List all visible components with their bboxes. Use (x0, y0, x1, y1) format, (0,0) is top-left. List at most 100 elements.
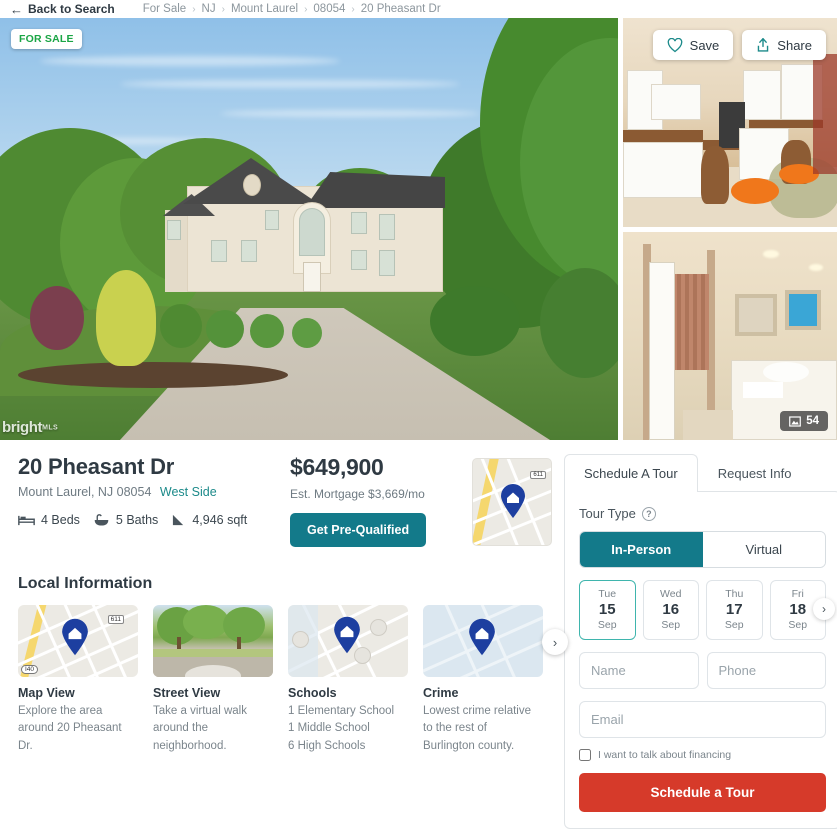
financing-checkbox-row[interactable]: I want to talk about financing (579, 749, 826, 761)
gallery-actions: Save Share (652, 30, 826, 60)
mls-watermark: brightMLS (2, 419, 59, 436)
card-description: Explore the area around 20 Pheasant Dr. (18, 705, 122, 752)
photo-count-label: 54 (806, 415, 819, 427)
local-cards-next-button[interactable]: › (542, 629, 568, 655)
back-to-search-link[interactable]: ← Back to Search (10, 2, 115, 16)
name-input[interactable] (579, 652, 699, 689)
map-view-thumbnail: 611 I40 (18, 605, 138, 677)
date-option-tue-15[interactable]: Tue 15 Sep (579, 580, 636, 640)
breadcrumb-separator-icon: › (221, 3, 225, 15)
tour-type-in-person-option[interactable]: In-Person (580, 532, 703, 567)
route-shield-611: 611 (107, 615, 124, 624)
baths-label: 5 Baths (115, 513, 159, 527)
school-marker-icon (370, 619, 387, 636)
breadcrumb-item-address: 20 Pheasant Dr (360, 3, 441, 15)
photo-count-badge[interactable]: 54 (780, 411, 828, 431)
local-card-schools[interactable]: Schools 1 Elementary School 1 Middle Sch… (288, 605, 408, 755)
date-day: 17 (725, 601, 743, 618)
date-picker-next-button[interactable]: › (813, 598, 835, 620)
tour-type-virtual-option[interactable]: Virtual (702, 532, 825, 567)
local-information-cards: 611 I40 Map View Explore the area around… (18, 605, 568, 755)
spec-beds: 4 Beds (18, 513, 80, 527)
date-weekday: Tue (598, 588, 617, 600)
local-information-heading: Local Information (18, 575, 153, 592)
tour-type-label: Tour Type (579, 506, 636, 521)
bathtub-icon (94, 514, 109, 526)
local-card-street-view[interactable]: Street View Take a virtual walk around t… (153, 605, 273, 755)
card-title: Map View (18, 686, 75, 700)
card-description: 1 Elementary School 1 Middle School 6 Hi… (288, 705, 395, 752)
date-option-thu-17[interactable]: Thu 17 Sep (706, 580, 763, 640)
local-card-crime[interactable]: Crime Lowest crime relative to the rest … (423, 605, 543, 755)
save-button[interactable]: Save (652, 30, 734, 60)
crime-map-thumbnail (423, 605, 543, 677)
home-map-pin-icon (60, 617, 90, 657)
price-block: $649,900 Est. Mortgage $3,669/mo Get Pre… (290, 454, 472, 547)
property-fact-row: 20 Pheasant Dr Mount Laurel, NJ 08054 We… (18, 454, 560, 547)
sqft-label: 4,946 sqft (192, 513, 248, 527)
date-option-wed-16[interactable]: Wed 16 Sep (642, 580, 699, 640)
tab-request-info[interactable]: Request Info (698, 454, 812, 492)
hero-photo[interactable]: FOR SALE brightMLS (0, 18, 618, 440)
phone-input[interactable] (706, 652, 826, 689)
local-card-map-view[interactable]: 611 I40 Map View Explore the area around… (18, 605, 138, 755)
share-upload-icon (758, 37, 769, 52)
tour-panel-body: Tour Type ? In-Person Virtual Tue 15 Sep… (564, 491, 837, 829)
date-weekday: Wed (660, 588, 682, 600)
share-button[interactable]: Share (742, 30, 826, 60)
date-month: Sep (788, 619, 808, 631)
breadcrumb-item-for-sale[interactable]: For Sale (143, 3, 186, 15)
spec-sqft: 4,946 sqft (171, 513, 247, 527)
card-title: Schools (288, 686, 337, 700)
arrow-left-icon: ← (10, 1, 23, 17)
property-specs: 4 Beds 5 Baths 4,946 sqft (18, 513, 290, 527)
image-icon (789, 415, 802, 427)
get-pre-qualified-button[interactable]: Get Pre-Qualified (290, 513, 427, 547)
schools-map-thumbnail (288, 605, 408, 677)
date-weekday: Thu (725, 588, 744, 600)
name-phone-row (579, 652, 826, 689)
page-title: 20 Pheasant Dr (18, 454, 175, 479)
thumbnail-column: Save Share 54 (623, 18, 837, 440)
card-title: Street View (153, 686, 221, 700)
date-month: Sep (661, 619, 681, 631)
thumbnail-bathroom-photo[interactable]: 54 (623, 231, 837, 440)
house-illustration (163, 157, 465, 292)
est-mortgage: Est. Mortgage $3,669/mo (290, 487, 425, 501)
route-shield-i40: I40 (21, 665, 39, 674)
photo-gallery: FOR SALE brightMLS Save Share 54 (0, 18, 837, 440)
top-bar: ← Back to Search For Sale › NJ › Mount L… (0, 0, 837, 18)
left-column: 20 Pheasant Dr Mount Laurel, NJ 08054 We… (0, 454, 568, 829)
price-value: $649,900 (290, 454, 384, 480)
question-mark-icon[interactable]: ? (641, 506, 656, 521)
heart-icon (667, 37, 682, 52)
date-picker: Tue 15 Sep Wed 16 Sep Thu 17 Sep Fri 18 (579, 580, 835, 640)
date-day: 16 (662, 601, 680, 618)
tour-type-segmented-control: In-Person Virtual (579, 531, 826, 568)
breadcrumb-item-nj[interactable]: NJ (202, 3, 216, 15)
share-label: Share (777, 37, 812, 53)
neighborhood-link[interactable]: West Side (160, 485, 217, 499)
content-area: 20 Pheasant Dr Mount Laurel, NJ 08054 We… (0, 440, 837, 829)
mini-map-thumbnail[interactable]: 611 (472, 458, 552, 546)
address-subtitle: Mount Laurel, NJ 08054 West Side (18, 485, 290, 499)
email-row (579, 701, 826, 738)
breadcrumb-separator-icon: › (304, 3, 308, 15)
home-map-pin-icon (332, 615, 362, 655)
date-month: Sep (724, 619, 744, 631)
status-badge: FOR SALE (11, 29, 82, 49)
breadcrumb-item-mount-laurel[interactable]: Mount Laurel (231, 3, 298, 15)
tab-schedule-a-tour[interactable]: Schedule A Tour (564, 454, 698, 492)
card-title: Crime (423, 686, 459, 700)
area-icon (173, 514, 184, 526)
address-block: 20 Pheasant Dr Mount Laurel, NJ 08054 We… (18, 454, 290, 547)
home-map-pin-icon (499, 483, 527, 519)
schedule-a-tour-button[interactable]: Schedule a Tour (579, 773, 826, 812)
tour-type-row: Tour Type ? (579, 506, 826, 521)
breadcrumb-item-zip[interactable]: 08054 (313, 3, 345, 15)
back-to-search-label: Back to Search (28, 2, 115, 16)
email-input[interactable] (579, 701, 826, 738)
school-marker-icon (292, 631, 309, 648)
thumbnail-kitchen-photo[interactable]: Save Share (623, 18, 837, 227)
financing-checkbox[interactable] (579, 749, 591, 761)
